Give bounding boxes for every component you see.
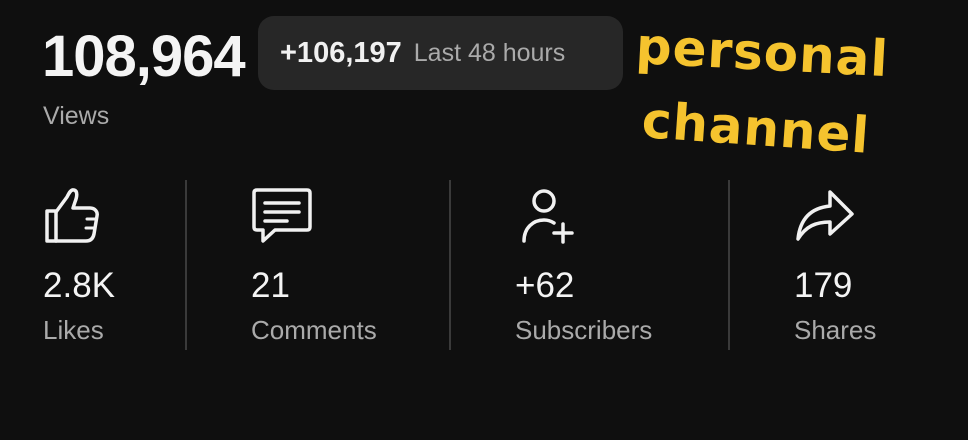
comments-value: 21 bbox=[251, 266, 290, 305]
divider bbox=[449, 180, 451, 350]
recent-views-period: Last 48 hours bbox=[413, 38, 566, 67]
shares-label: Shares bbox=[794, 315, 877, 345]
recent-views-delta: +106,197 bbox=[280, 36, 402, 69]
divider bbox=[185, 180, 187, 350]
comment-icon bbox=[252, 188, 312, 243]
share-icon bbox=[796, 190, 854, 241]
subscribers-label: Subscribers bbox=[515, 315, 653, 345]
likes-label: Likes bbox=[43, 315, 104, 345]
add-person-icon bbox=[522, 189, 574, 244]
recent-views-pill[interactable]: +106,197 Last 48 hours bbox=[258, 16, 623, 90]
sticker-text-line2: channel bbox=[639, 91, 872, 165]
shares-value: 179 bbox=[794, 266, 853, 305]
views-label: Views bbox=[43, 102, 110, 130]
comments-label: Comments bbox=[251, 315, 377, 345]
analytics-summary: 108,964 Views +106,197 Last 48 hours per… bbox=[0, 0, 968, 440]
sticker-text-line1: personal bbox=[634, 17, 891, 89]
views-count: 108,964 bbox=[42, 24, 246, 89]
divider bbox=[728, 180, 730, 350]
subscribers-value: +62 bbox=[515, 266, 575, 305]
likes-value: 2.8K bbox=[43, 266, 115, 305]
thumbs-up-icon bbox=[45, 188, 99, 243]
